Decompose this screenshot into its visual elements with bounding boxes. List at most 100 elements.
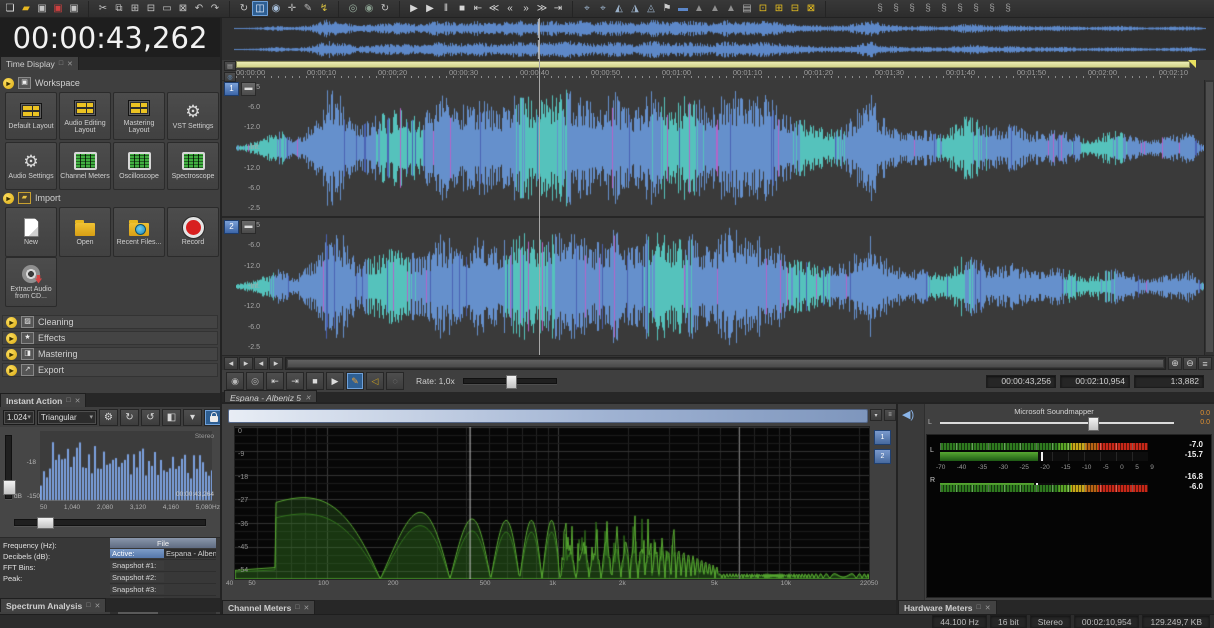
analyzer-top-slider[interactable]	[228, 409, 868, 423]
hscrollbar-thumb[interactable]	[287, 359, 1164, 368]
redo-button[interactable]: ↷	[207, 1, 223, 16]
rewind-fast-button[interactable]: ≪	[486, 1, 502, 16]
section-cleaning[interactable]: ▸ ▨ Cleaning	[2, 315, 218, 329]
paste-button[interactable]: ⊞	[127, 1, 143, 16]
cursor-position-box[interactable]: 00:00:43,256	[986, 374, 1056, 388]
channel-number[interactable]: 2	[224, 220, 239, 234]
magic-wand-icon[interactable]: ⌖	[595, 1, 611, 16]
stop-button[interactable]: ■	[306, 372, 324, 390]
instant-action-tab[interactable]: Instant Action □ ✕	[0, 393, 87, 407]
rate-slider-handle[interactable]	[505, 375, 517, 389]
analyzer-channel-1-button[interactable]: 1	[874, 430, 891, 445]
scrub-tool-button[interactable]: ✎	[346, 372, 364, 390]
new-file-button[interactable]: ❏	[2, 1, 18, 16]
pencil-tool-button[interactable]: ✎	[300, 1, 316, 16]
play-all-button[interactable]: ▶	[406, 1, 422, 16]
region-button[interactable]: ▬	[675, 1, 691, 16]
spectrum-vertical-slider[interactable]	[3, 435, 16, 499]
window-type-select[interactable]: Triangular ▾	[36, 409, 97, 425]
hand-tool-button[interactable]: ✛	[284, 1, 300, 16]
pause-button[interactable]: ‖	[438, 1, 454, 16]
channel-1[interactable]: -2.5-6.0-12.0-Inf.-12.0-6.0-2.5 1 ▬	[222, 80, 1204, 216]
analyzer-channel-2-button[interactable]: 2	[874, 449, 891, 464]
refresh-button[interactable]: ↻	[377, 1, 393, 16]
vscrollbar-thumb[interactable]	[1206, 82, 1213, 352]
refresh-spectrum-button[interactable]: ↻	[120, 408, 139, 426]
import-open[interactable]: Open	[59, 207, 111, 257]
script-8-button[interactable]: §	[984, 1, 1000, 16]
channel-2[interactable]: -2.5-6.0-12.0-Inf.-12.0-6.0-2.5 2 ▬	[222, 218, 1204, 355]
close-icon[interactable]: ✕	[75, 397, 81, 405]
magnify-tool-button[interactable]: ◉	[268, 1, 284, 16]
save-all-button[interactable]: ▣	[66, 1, 82, 16]
section-effects[interactable]: ▸ ★ Effects	[2, 331, 218, 345]
cut-button[interactable]: ✂	[95, 1, 111, 16]
snapshot-table-header[interactable]: File	[110, 538, 216, 548]
spectrum-hslider-handle[interactable]	[37, 517, 54, 529]
playhead-cursor[interactable]	[539, 18, 540, 355]
go-to-start-button[interactable]: ⇤	[266, 372, 284, 390]
record-button[interactable]: ◉	[226, 372, 244, 390]
lock-loop-button[interactable]: ⊞	[771, 1, 787, 16]
section-export[interactable]: ▸ ↗ Export	[2, 363, 218, 377]
time-display-tab[interactable]: Time Display □ ✕	[0, 56, 79, 70]
lock-markers-button[interactable]: ⊡	[755, 1, 771, 16]
scroll-left-button[interactable]: ◂	[224, 357, 238, 370]
script-1-button[interactable]: §	[872, 1, 888, 16]
lock-time-button[interactable]: ⊟	[787, 1, 803, 16]
workspace-audio-settings[interactable]: ⚙ Audio Settings	[5, 142, 57, 190]
channel-number[interactable]: 1	[224, 82, 239, 96]
zoom-in-button[interactable]: ⊕	[1168, 357, 1182, 370]
go-to-end-button[interactable]: ⇥	[286, 372, 304, 390]
overview-area[interactable]	[222, 18, 1214, 61]
marker-a-button[interactable]: ▲	[691, 1, 707, 16]
go-to-start-button[interactable]: ⇤	[470, 1, 486, 16]
close-icon[interactable]: ✕	[67, 60, 73, 68]
zoom-out-button[interactable]: ⊖	[1183, 357, 1197, 370]
float-icon[interactable]: □	[59, 60, 63, 67]
page-right-button[interactable]: ▸	[269, 357, 283, 370]
play-button[interactable]: ▶	[422, 1, 438, 16]
script-9-button[interactable]: §	[1000, 1, 1016, 16]
play-button[interactable]: ▶	[326, 372, 344, 390]
auto-update-button[interactable]: ↺	[141, 408, 160, 426]
analyzer-menu-button[interactable]: ≡	[884, 409, 896, 421]
spectrum-analysis-tab[interactable]: Spectrum Analysis □ ✕	[0, 598, 107, 612]
loop-playback-button[interactable]: ◎	[246, 372, 264, 390]
repeat-button[interactable]: ↻	[236, 1, 252, 16]
expand-icon[interactable]: ▸	[6, 348, 17, 360]
page-left-button[interactable]: ◂	[254, 357, 268, 370]
spectrum-settings-button[interactable]: ⚙	[99, 408, 118, 426]
marker-b-button[interactable]: ▲	[707, 1, 723, 16]
import-section-header[interactable]: ▸ ▰ Import	[0, 191, 223, 205]
rate-slider[interactable]	[462, 375, 557, 389]
vertical-scrollbar[interactable]	[1204, 80, 1214, 355]
script-2-button[interactable]: §	[888, 1, 904, 16]
fade-icon[interactable]: ◮	[627, 1, 643, 16]
ruler-menu-button[interactable]: ▤	[224, 61, 236, 71]
rewind-button[interactable]: «	[502, 1, 518, 16]
expand-icon[interactable]: ▸	[3, 192, 14, 204]
workspace-default-layout[interactable]: Default Layout	[5, 92, 57, 140]
loop-end-marker[interactable]	[1188, 60, 1196, 68]
edit-tool-button[interactable]: ◫	[252, 1, 268, 16]
expand-icon[interactable]: ▸	[6, 332, 17, 344]
gain-icon[interactable]: ◬	[643, 1, 659, 16]
waveform-display-1[interactable]	[236, 80, 1204, 216]
envelope-icon[interactable]: ◭	[611, 1, 627, 16]
loop-playback-button[interactable]: ◎	[345, 1, 361, 16]
expand-icon[interactable]: ▸	[3, 77, 14, 89]
selection-length-box[interactable]: 00:02:10,954	[1060, 374, 1130, 388]
minimize-channel-button[interactable]: ▬	[241, 82, 256, 96]
close-icon[interactable]: ✕	[305, 394, 311, 402]
zoom-ratio-box[interactable]: 1:3,882	[1134, 374, 1204, 388]
waveform-display-2[interactable]	[236, 218, 1204, 355]
audition-button[interactable]: ◁	[366, 372, 384, 390]
save-button[interactable]: ▣	[34, 1, 50, 16]
workspace-section-header[interactable]: ▸ ▣ Workspace	[0, 76, 223, 90]
gain-slider-handle[interactable]	[1088, 417, 1099, 431]
workspace-oscilloscope[interactable]: Oscilloscope	[113, 142, 165, 190]
expand-icon[interactable]: ▸	[6, 316, 17, 328]
marker-flag-button[interactable]: ⚑	[659, 1, 675, 16]
forward-fast-button[interactable]: ≫	[534, 1, 550, 16]
